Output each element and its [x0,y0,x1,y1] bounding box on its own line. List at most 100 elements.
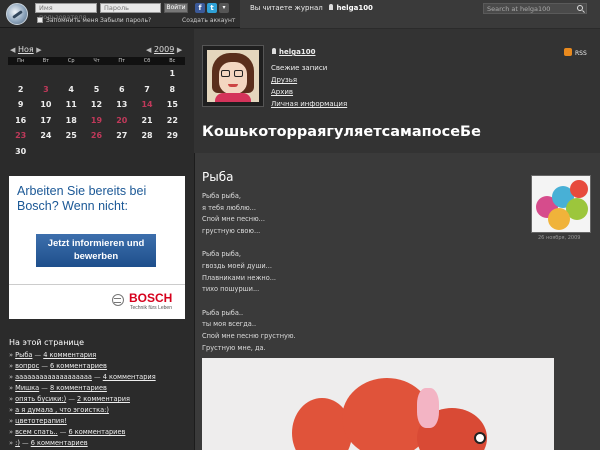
user-icon [272,48,276,54]
comments-link[interactable]: 6 комментариев [68,428,125,436]
calendar-day[interactable]: 30 [8,144,33,160]
post-photo[interactable] [202,358,554,450]
post-title[interactable]: Рыба [202,170,233,184]
comments-link[interactable]: 6 комментариев [31,439,88,447]
search-input[interactable]: Search at helga100 [483,3,587,14]
more-login-icon[interactable]: ▾ [219,3,229,13]
separator: — [91,373,103,381]
list-item: Рыба — 4 комментария [9,350,193,361]
calendar-day[interactable]: 8 [160,82,185,98]
weekday: Вс [169,58,176,64]
entry-link[interactable]: а я думала , что эгоистка:) [15,406,109,414]
nav-profile[interactable]: Личная информация [271,98,347,110]
userpic[interactable] [202,45,264,107]
rss-label[interactable]: RSS [575,50,587,57]
nav-recent-entries[interactable]: Свежие записи [271,62,347,74]
calendar-day[interactable]: 28 [134,128,159,144]
calendar-year[interactable]: 2009 [154,45,174,54]
reading-journal-label: Вы читаете журнал helga100 [250,4,373,12]
calendar-day [33,144,58,160]
search-icon[interactable] [577,5,583,11]
comments-link[interactable]: 8 комментариев [50,384,107,392]
nav-friends[interactable]: Друзья [271,74,347,86]
prev-year-icon[interactable]: ◀ [146,46,151,54]
calendar-day[interactable]: 19 [84,113,109,129]
comments-link[interactable]: 4 комментария [103,373,156,381]
calendar-day[interactable]: 11 [59,97,84,113]
remember-me-checkbox[interactable] [37,17,43,23]
forgot-password-link[interactable]: Забыли пароль? [100,17,151,24]
avatar-shirt [215,93,251,102]
calendar-day[interactable]: 13 [109,97,134,113]
calendar-week: 23 24 25 26 27 28 29 [8,128,185,144]
nav-archive[interactable]: Архив [271,86,347,98]
create-account-link[interactable]: Создать аккаунт [182,17,235,24]
next-year-icon[interactable]: ▶ [177,46,182,54]
user-icon [329,4,334,10]
prev-month-icon[interactable]: ◀ [10,46,15,54]
entry-link[interactable]: всем спать.. [15,428,58,436]
bosch-advert[interactable]: Arbeiten Sie bereits bei Bosch? Wenn nic… [9,176,185,319]
next-month-icon[interactable]: ▶ [36,46,41,54]
comments-link[interactable]: 4 комментария [43,351,96,359]
calendar-day[interactable]: 16 [8,113,33,129]
calendar-day[interactable]: 24 [33,128,58,144]
calendar-day[interactable]: 4 [59,82,84,98]
twitter-icon[interactable]: t [207,3,217,13]
calendar-day[interactable]: 9 [8,97,33,113]
ad-apply-button[interactable]: Jetzt informieren und bewerben [36,234,156,267]
calendar-day[interactable]: 6 [109,82,134,98]
calendar-day[interactable]: 2 [8,82,33,98]
calendar-day[interactable]: 22 [160,113,185,129]
login-button[interactable]: Войти [164,3,188,13]
password-input[interactable]: Пароль [100,3,161,13]
rss-link[interactable]: RSS [564,48,587,57]
calendar-day[interactable]: 25 [59,128,84,144]
calendar-day[interactable]: 26 [84,128,109,144]
post-line: Рыба рыба.. [202,308,244,317]
journal-user[interactable]: helga100 [279,48,315,56]
calendar-day[interactable]: 29 [160,128,185,144]
calendar-day[interactable]: 21 [134,113,159,129]
journal-title[interactable]: КошькоторраягуляетсамапосеБе [202,124,481,140]
calendar-day[interactable]: 7 [134,82,159,98]
calendar-day[interactable]: 12 [84,97,109,113]
calendar-day[interactable]: 15 [160,97,185,113]
entry-link[interactable]: ааааааааааааааааааа [15,373,92,381]
list-item: Мишка — 8 комментариев [9,383,193,394]
entry-link[interactable]: Рыба [15,351,32,359]
calendar-day [134,66,159,82]
calendar-day[interactable]: 27 [109,128,134,144]
entry-link[interactable]: вопрос [15,362,39,370]
entry-link[interactable]: Мишка [15,384,39,392]
calendar-day[interactable]: 20 [109,113,134,129]
calendar-day [8,66,33,82]
post-line: я тебя люблю... [202,203,256,212]
calendar-day[interactable]: 3 [33,82,58,98]
post-line: Рыба рыба, [202,250,241,259]
journal-user-link[interactable]: helga100 [272,48,315,56]
calendar-day[interactable]: 17 [33,113,58,129]
calendar-day [109,66,134,82]
ad-headline[interactable]: Arbeiten Sie bereits bei Bosch? Wenn nic… [17,184,182,214]
calendar-day[interactable]: 5 [84,82,109,98]
username-input[interactable]: Имя пользователя [35,3,97,21]
calendar-month[interactable]: Ноя [18,45,34,54]
comments-link[interactable]: 2 комментария [77,395,130,403]
calendar-day[interactable]: 18 [59,113,84,129]
entry-link[interactable]: опять бусики:) [15,395,66,403]
calendar-year-nav: ◀ 2009 ▶ [146,45,182,54]
post-thumbnail[interactable] [531,175,591,233]
separator: — [32,351,44,359]
calendar-day[interactable]: 23 [8,128,33,144]
comments-link[interactable]: 6 комментариев [50,362,107,370]
calendar-day[interactable]: 14 [134,97,159,113]
reading-user-link[interactable]: helga100 [336,4,372,12]
entry-link[interactable]: цветотерапия! [15,417,67,425]
livejournal-logo-icon[interactable] [6,3,28,25]
facebook-icon[interactable]: f [195,3,205,13]
calendar-day [84,66,109,82]
calendar-day[interactable]: 10 [33,97,58,113]
ad-tagline: Technik fürs Leben [130,305,172,311]
calendar-day[interactable]: 1 [160,66,185,82]
